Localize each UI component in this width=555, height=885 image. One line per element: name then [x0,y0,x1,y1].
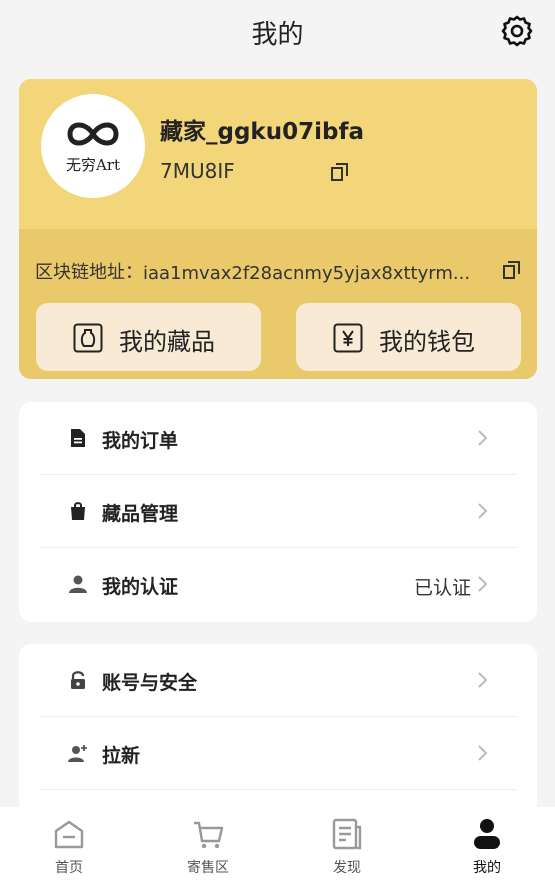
chevron-right-icon [478,503,488,519]
my-wallet-label: 我的钱包 [379,328,475,356]
menu-item-my-orders[interactable]: 我的订单 [39,402,517,475]
chain-address-row: 区块链地址：iaa1mvax2f28acnmy5yjax8xttyrm... [35,258,470,284]
menu-item-label: 我的订单 [102,430,179,452]
divider [39,789,517,790]
my-collection-label: 我的藏品 [119,328,215,356]
verification-status: 已认证 [413,577,471,599]
tab-label: 发现 [333,860,361,876]
chain-section: 区块链地址：iaa1mvax2f28acnmy5yjax8xttyrm... 我… [19,229,537,379]
menu-item-label: 我的认证 [102,576,179,598]
menu-item-collection-management[interactable]: 藏品管理 [39,475,517,548]
wallet-yen-icon [333,323,363,353]
tab-label: 寄售区 [187,860,229,876]
shopping-bag-icon [71,502,85,520]
news-icon [332,818,362,850]
chevron-right-icon [478,672,488,688]
tab-discover[interactable]: 发现 [278,807,416,885]
menu-item-label: 账号与安全 [102,672,198,694]
vase-icon [73,323,103,353]
my-wallet-button[interactable]: 我的钱包 [296,303,521,371]
lock-icon [71,671,85,689]
chevron-right-icon [478,576,488,592]
add-person-icon [68,745,87,762]
menu-group-orders: 我的订单 藏品管理 我的认证 已认证 [19,402,537,622]
cart-icon [194,821,224,849]
tab-label: 我的 [473,860,501,876]
gear-icon[interactable] [500,14,534,48]
tab-home[interactable]: 首页 [0,807,138,885]
menu-group-account: 账号与安全 拉新 [19,644,537,814]
copy-address-icon[interactable] [502,260,522,280]
profile-header: 无穷Art 藏家_ggku07ibfa 7MU8IF [19,79,537,229]
avatar[interactable]: 无穷Art [41,94,145,198]
user-id: 7MU8IF [160,159,235,183]
chevron-right-icon [478,745,488,761]
document-icon [71,429,85,447]
page-title: 我的 [251,20,304,50]
chain-address-label: 区块链地址： [35,262,143,283]
chain-address-value: iaa1mvax2f28acnmy5yjax8xttyrm... [143,263,471,284]
menu-item-invite[interactable]: 拉新 [39,717,517,790]
menu-item-account-security[interactable]: 账号与安全 [39,644,517,717]
menu-item-my-verification[interactable]: 我的认证 已认证 [39,548,517,621]
infinity-logo-icon [67,122,119,146]
chevron-right-icon [478,430,488,446]
top-bar: 我的 [0,0,555,64]
profile-icon [474,819,500,849]
username: 藏家_ggku07ibfa [160,119,364,145]
avatar-logo-text: 无穷Art [65,156,121,174]
tab-label: 首页 [55,860,83,876]
bottom-tab-bar: 首页 寄售区 发现 我的 [0,807,555,885]
my-collection-button[interactable]: 我的藏品 [36,303,261,371]
home-icon [54,820,84,849]
tab-mine[interactable]: 我的 [418,807,555,885]
menu-item-label: 藏品管理 [102,503,179,525]
tab-consignment[interactable]: 寄售区 [139,807,277,885]
profile-card: 无穷Art 藏家_ggku07ibfa 7MU8IF 区块链地址：iaa1mva… [19,79,537,379]
person-icon [69,575,87,593]
menu-item-label: 拉新 [102,745,141,767]
copy-icon[interactable] [330,162,350,182]
